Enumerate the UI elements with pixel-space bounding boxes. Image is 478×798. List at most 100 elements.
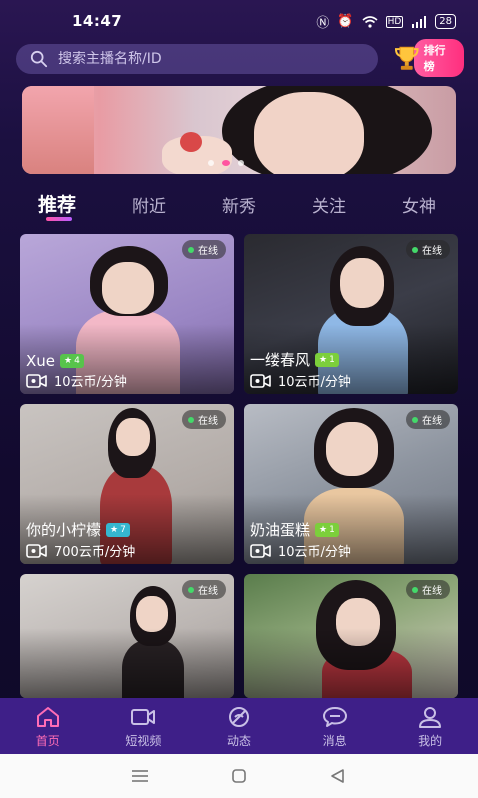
video-call-icon bbox=[26, 373, 47, 388]
hd-icon: HD bbox=[385, 15, 404, 28]
online-status-badge: 在线 bbox=[182, 240, 226, 259]
card-person-face bbox=[102, 262, 154, 314]
streamer-name: 奶油蛋糕 bbox=[250, 521, 311, 539]
card-price-row: 10云币/分钟 bbox=[250, 371, 351, 390]
video-call-icon bbox=[250, 543, 271, 558]
online-status-badge: 在线 bbox=[182, 580, 226, 599]
streamer-card[interactable]: 在线你的小柠檬 ★ 7 700云币/分钟 bbox=[20, 404, 234, 564]
level-value: 1 bbox=[329, 524, 335, 535]
video-icon bbox=[131, 709, 156, 725]
online-status-badge: 在线 bbox=[406, 410, 450, 429]
card-name-row: Xue ★ 4 bbox=[26, 352, 84, 370]
video-call-icon bbox=[250, 373, 271, 388]
search-input[interactable] bbox=[58, 51, 358, 67]
battery-icon: 28 bbox=[435, 14, 456, 29]
nav-short-video-label: 短视频 bbox=[125, 734, 162, 748]
online-status-badge: 在线 bbox=[406, 240, 450, 259]
card-price-row: 10云币/分钟 bbox=[26, 371, 127, 390]
nav-short-video[interactable]: 短视频 bbox=[96, 698, 192, 754]
nav-profile-label: 我的 bbox=[418, 734, 443, 748]
streamer-card[interactable]: 在线 Xue ★ 4 10云币/分钟 bbox=[20, 234, 234, 394]
banner-cup bbox=[180, 132, 202, 152]
card-person-face bbox=[136, 596, 168, 632]
card-name-row: 一缕春风 ★ 1 bbox=[250, 349, 339, 370]
online-dot-icon bbox=[412, 246, 418, 253]
message-icon bbox=[322, 707, 347, 727]
call-price: 10云币/分钟 bbox=[278, 545, 351, 560]
card-name-row: 你的小柠檬 ★ 7 bbox=[26, 519, 130, 540]
video-call-icon bbox=[26, 543, 47, 558]
search-bar[interactable] bbox=[16, 44, 378, 74]
level-badge: ★ 4 bbox=[60, 354, 84, 368]
star-icon: ★ bbox=[64, 356, 73, 366]
home-icon bbox=[36, 707, 59, 727]
tab-following[interactable]: 关注 bbox=[312, 192, 346, 217]
online-status-text: 在线 bbox=[422, 416, 442, 427]
category-tabs: 推荐 附近 新秀 关注 女神 bbox=[0, 188, 478, 224]
online-dot-icon bbox=[412, 586, 418, 593]
level-badge: ★ 7 bbox=[106, 522, 130, 537]
nav-home-label: 首页 bbox=[35, 734, 60, 748]
star-icon: ★ bbox=[319, 524, 328, 535]
tab-active-indicator bbox=[46, 217, 72, 221]
banner-indicator bbox=[208, 160, 244, 166]
alarm-icon: ⏰ bbox=[337, 14, 354, 29]
streamer-card[interactable]: 在线一缕春风 ★ 1 10云币/分钟 bbox=[244, 234, 458, 394]
home-square-icon[interactable] bbox=[229, 768, 249, 784]
online-status-text: 在线 bbox=[422, 586, 442, 597]
online-status-badge: 在线 bbox=[406, 580, 450, 599]
streamer-card[interactable]: 在线奶油蛋糕 ★ 1 10云币/分钟 bbox=[244, 404, 458, 564]
trophy-icon bbox=[394, 46, 419, 70]
nav-home[interactable]: 首页 bbox=[0, 698, 96, 754]
banner-dot[interactable] bbox=[238, 160, 244, 166]
system-navigation-bar bbox=[0, 754, 478, 798]
moments-icon bbox=[228, 707, 249, 727]
tab-newcomer[interactable]: 新秀 bbox=[222, 192, 256, 217]
wifi-icon bbox=[362, 15, 378, 28]
online-status-badge: 在线 bbox=[182, 410, 226, 429]
nav-moments-label: 动态 bbox=[226, 734, 251, 748]
online-dot-icon bbox=[188, 416, 194, 423]
call-price: 10云币/分钟 bbox=[54, 375, 127, 390]
back-icon[interactable] bbox=[328, 768, 348, 784]
streamer-name: Xue bbox=[26, 352, 56, 370]
call-price: 700云币/分钟 bbox=[54, 545, 136, 560]
banner-dot-active[interactable] bbox=[222, 160, 230, 166]
card-person-face bbox=[340, 258, 384, 308]
status-bar: 14:47 Ⓝ ⏰ HD 28 bbox=[0, 0, 478, 42]
search-icon bbox=[30, 50, 48, 68]
star-icon: ★ bbox=[319, 354, 328, 365]
online-status-text: 在线 bbox=[198, 586, 218, 597]
banner-face bbox=[254, 92, 364, 174]
nav-moments[interactable]: 动态 bbox=[191, 698, 287, 754]
online-dot-icon bbox=[412, 416, 418, 423]
nav-messages-label: 消息 bbox=[322, 734, 347, 748]
ranking-button[interactable]: 排行榜 bbox=[394, 39, 464, 77]
status-icons: Ⓝ ⏰ HD 28 bbox=[316, 12, 456, 31]
status-time: 14:47 bbox=[72, 12, 123, 30]
tab-nearby[interactable]: 附近 bbox=[132, 192, 166, 217]
banner-left-strip bbox=[22, 86, 94, 174]
streamer-card[interactable]: 在线 bbox=[244, 574, 458, 698]
streamer-name: 一缕春风 bbox=[250, 351, 311, 369]
nav-profile[interactable]: 我的 bbox=[382, 698, 478, 754]
card-person-face bbox=[116, 418, 150, 456]
card-name-row: 奶油蛋糕 ★ 1 bbox=[250, 519, 339, 540]
nav-messages[interactable]: 消息 bbox=[287, 698, 383, 754]
card-gradient bbox=[244, 628, 458, 698]
online-dot-icon bbox=[188, 586, 194, 593]
online-status-text: 在线 bbox=[198, 246, 218, 257]
streamer-name: 你的小柠檬 bbox=[26, 521, 102, 539]
ranking-label: 排行榜 bbox=[413, 39, 464, 77]
menu-icon[interactable] bbox=[130, 768, 150, 784]
online-dot-icon bbox=[188, 246, 194, 253]
call-price: 10云币/分钟 bbox=[278, 375, 351, 390]
tab-recommend[interactable]: 推荐 bbox=[38, 190, 76, 217]
card-gradient bbox=[20, 628, 234, 698]
banner-dot[interactable] bbox=[208, 160, 214, 166]
level-badge: ★ 1 bbox=[315, 352, 339, 367]
level-value: 4 bbox=[74, 356, 80, 366]
tab-goddess[interactable]: 女神 bbox=[402, 192, 436, 217]
streamer-card[interactable]: 在线 bbox=[20, 574, 234, 698]
card-person-face bbox=[326, 422, 378, 476]
